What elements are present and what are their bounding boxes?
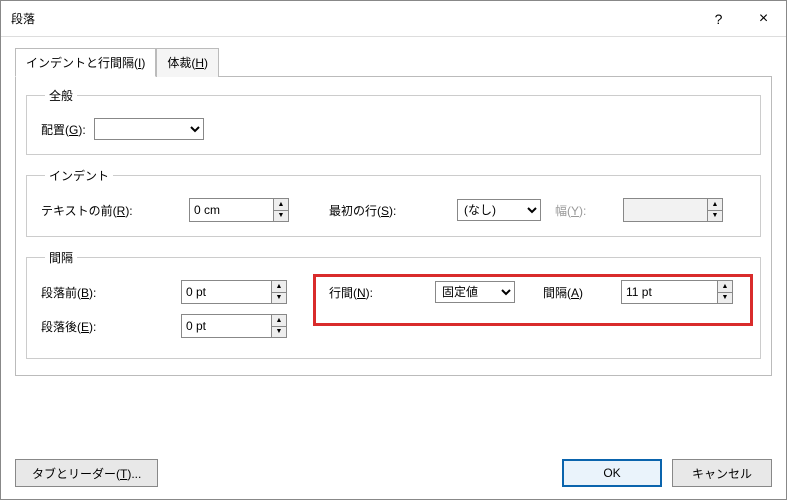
spacing-before-input[interactable] (181, 280, 271, 304)
spinner-buttons[interactable]: ▲▼ (707, 198, 723, 222)
spin-down-icon[interactable]: ▼ (273, 210, 289, 223)
close-button[interactable]: × (741, 1, 786, 37)
spacing-before-label: 段落前(B): (41, 284, 173, 301)
group-general: 全般 配置(G): (26, 87, 761, 155)
indent-before-input[interactable] (189, 198, 273, 222)
first-line-select[interactable]: (なし) (457, 199, 541, 221)
group-indent-legend: インデント (45, 167, 113, 184)
spinner-buttons[interactable]: ▲▼ (273, 198, 289, 222)
group-spacing-legend: 間隔 (45, 249, 77, 266)
titlebar: 段落 ? × (1, 1, 786, 37)
spinner-buttons[interactable]: ▲▼ (271, 314, 287, 338)
spin-up-icon[interactable]: ▲ (273, 198, 289, 210)
spacing-at-spinner[interactable]: ▲▼ (621, 280, 733, 304)
spacing-after-label: 段落後(E): (41, 318, 173, 335)
content-area: インデントと行間隔(I) 体裁(H) 全般 配置(G): インデント テキストの… (1, 37, 786, 376)
spacing-before-spinner[interactable]: ▲▼ (181, 280, 287, 304)
ok-button[interactable]: OK (562, 459, 662, 487)
dialog-paragraph: 段落 ? × インデントと行間隔(I) 体裁(H) 全般 配置(G): インデン… (0, 0, 787, 500)
dialog-title: 段落 (11, 10, 696, 27)
cancel-button[interactable]: キャンセル (672, 459, 772, 487)
tabs-leader-button[interactable]: タブとリーダー(T)... (15, 459, 158, 487)
spacing-after-input[interactable] (181, 314, 271, 338)
tab-indent-spacing[interactable]: インデントと行間隔(I) (15, 48, 156, 77)
help-button[interactable]: ? (696, 1, 741, 37)
indent-width-spinner[interactable]: ▲▼ (623, 198, 723, 222)
first-line-label: 最初の行(S): (329, 202, 449, 219)
spin-up-icon[interactable]: ▲ (717, 280, 733, 292)
group-general-legend: 全般 (45, 87, 77, 104)
spin-up-icon[interactable]: ▲ (271, 314, 287, 326)
group-indent: インデント テキストの前(R): ▲▼ 最初の行(S): (なし) 幅(Y): … (26, 167, 761, 237)
spin-down-icon[interactable]: ▼ (717, 292, 733, 305)
group-spacing: 間隔 段落前(B): ▲▼ 行間(N): 固定値 間隔(A) ▲▼ (26, 249, 761, 359)
tab-strip: インデントと行間隔(I) 体裁(H) (15, 47, 772, 76)
tab-asian[interactable]: 体裁(H) (156, 48, 219, 77)
spacing-after-spinner[interactable]: ▲▼ (181, 314, 287, 338)
dialog-footer: タブとリーダー(T)... OK キャンセル (15, 459, 772, 487)
spin-up-icon[interactable]: ▲ (271, 280, 287, 292)
spinner-buttons[interactable]: ▲▼ (271, 280, 287, 304)
spacing-at-label: 間隔(A) (543, 284, 613, 301)
indent-before-spinner[interactable]: ▲▼ (189, 198, 289, 222)
alignment-label: 配置(G): (41, 121, 86, 138)
line-spacing-select[interactable]: 固定値 (435, 281, 515, 303)
indent-width-input[interactable] (623, 198, 707, 222)
tab-panel: 全般 配置(G): インデント テキストの前(R): ▲▼ 最初の行(S): (… (15, 76, 772, 376)
spin-down-icon[interactable]: ▼ (271, 326, 287, 339)
indent-width-label: 幅(Y): (555, 202, 615, 219)
spin-down-icon[interactable]: ▼ (707, 210, 723, 223)
spin-up-icon[interactable]: ▲ (707, 198, 723, 210)
alignment-select[interactable] (94, 118, 204, 140)
line-spacing-label: 行間(N): (329, 284, 427, 301)
indent-before-label: テキストの前(R): (41, 202, 181, 219)
spin-down-icon[interactable]: ▼ (271, 292, 287, 305)
spacing-at-input[interactable] (621, 280, 717, 304)
spinner-buttons[interactable]: ▲▼ (717, 280, 733, 304)
